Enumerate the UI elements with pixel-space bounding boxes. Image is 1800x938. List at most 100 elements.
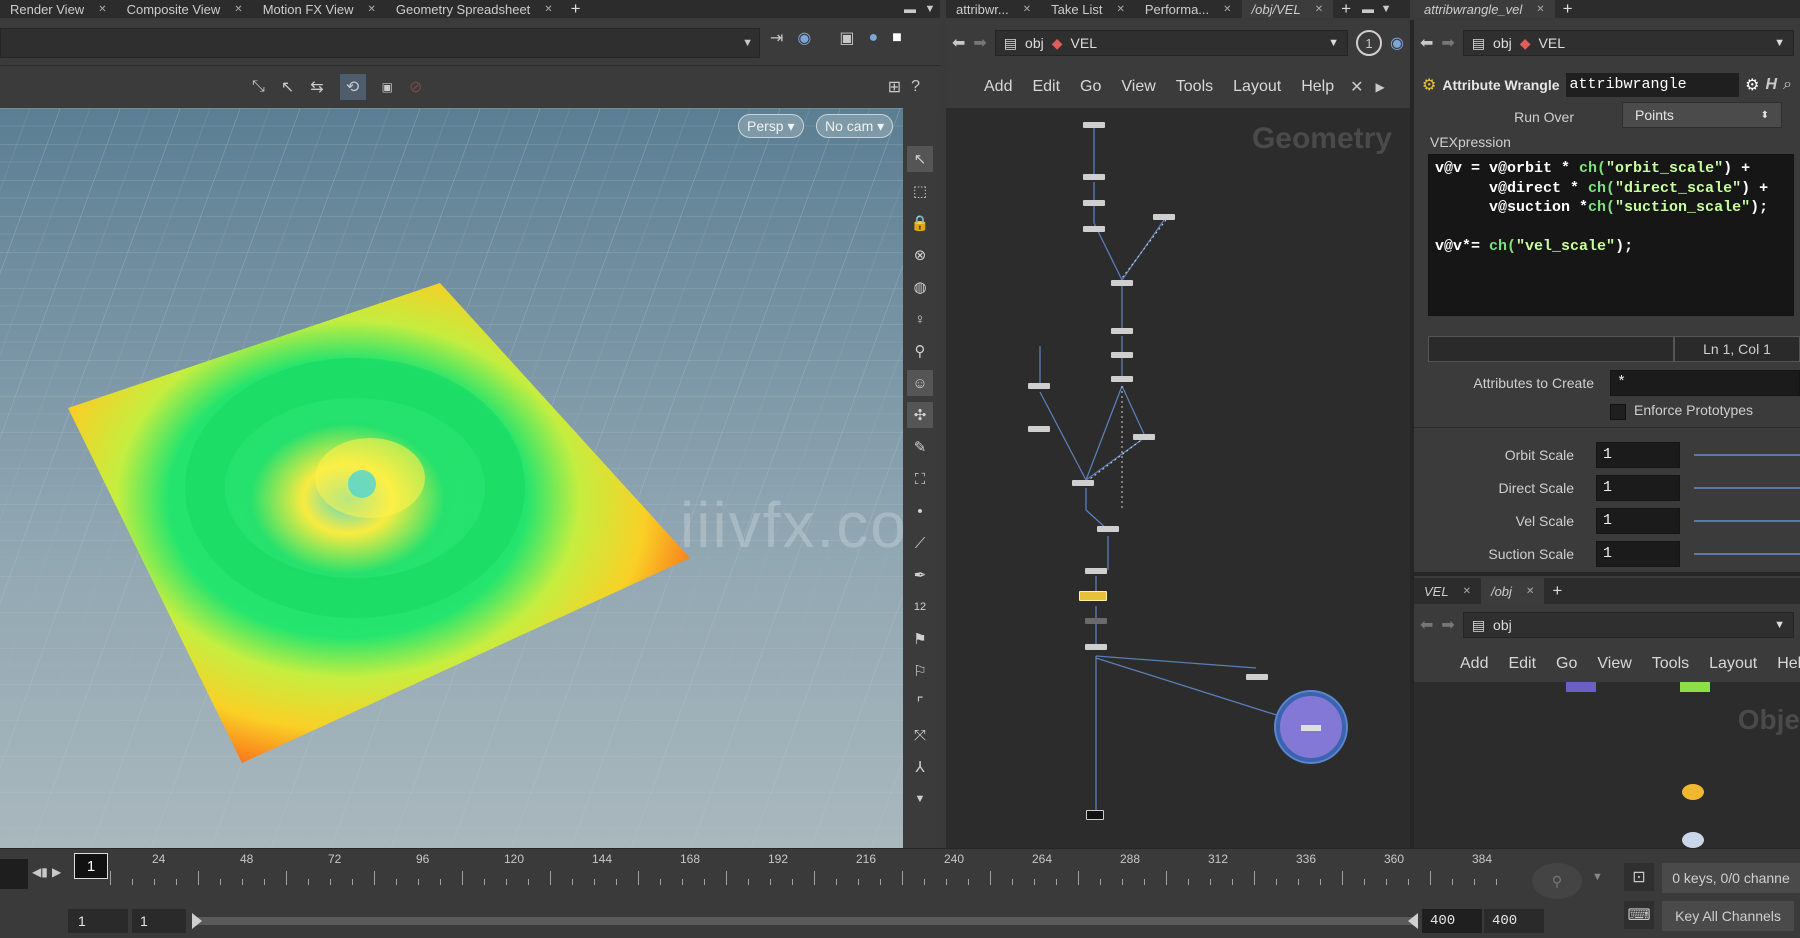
network-node[interactable] [1085, 644, 1107, 650]
range-end2-field[interactable]: 400 [1484, 909, 1544, 933]
close-icon[interactable]: ✕ [1315, 4, 1323, 15]
chevron-down-icon[interactable]: ▼ [920, 3, 940, 15]
range-end-handle[interactable] [1408, 913, 1418, 929]
lower-net-canvas[interactable]: Obje [1414, 682, 1800, 848]
network-node[interactable] [1028, 383, 1050, 389]
viewer-tab[interactable]: Composite View ✕ [117, 0, 253, 18]
network-node[interactable] [1028, 426, 1050, 432]
target-icon[interactable]: ◉ [1390, 33, 1404, 53]
add-tab-icon[interactable]: + [1544, 581, 1570, 601]
light-node-icon[interactable] [1682, 832, 1704, 848]
handle-tool-icon[interactable]: ▣ [382, 74, 393, 100]
chevron-down-icon[interactable]: ▼ [1328, 37, 1339, 49]
chevron-down-icon[interactable]: ▼ [1592, 871, 1603, 883]
network-tab-active[interactable]: /obj/VEL ✕ [1241, 0, 1334, 18]
range-start-field[interactable]: 1 [68, 909, 128, 933]
close-icon[interactable]: ✕ [1023, 4, 1031, 15]
close-icon[interactable]: ✕ [1536, 4, 1544, 15]
object-node[interactable] [1566, 682, 1596, 692]
network-tab[interactable]: Performa... ✕ [1135, 0, 1242, 18]
render-region-icon[interactable]: ⛶ [907, 466, 933, 492]
node-name-field[interactable]: attribwrangle [1565, 73, 1740, 97]
vel-scale-slider[interactable] [1694, 520, 1800, 522]
gear-icon[interactable]: ⚙ [1745, 75, 1759, 95]
camera-icon[interactable]: ☺ [907, 370, 933, 396]
network-tab[interactable]: Take List ✕ [1041, 0, 1135, 18]
output-node[interactable] [1301, 725, 1321, 731]
add-tab-icon[interactable]: + [1333, 0, 1359, 19]
output-node-ring[interactable] [1276, 692, 1346, 762]
lock-icon[interactable]: 🔒 [907, 210, 933, 236]
flag-alt-icon[interactable]: ⚐ [907, 658, 933, 684]
handle-tool-icon[interactable]: ⟲ [339, 74, 366, 100]
chevron-down-icon[interactable]: ▼ [1774, 37, 1785, 49]
pen-icon[interactable]: ✒ [907, 562, 933, 588]
attr-create-field[interactable]: * [1610, 370, 1800, 396]
back-arrow-icon[interactable]: ⬅ [1420, 33, 1433, 53]
add-tab-icon[interactable]: + [563, 0, 589, 19]
close-icon[interactable]: ✕ [544, 4, 552, 15]
cube-icon[interactable]: ▣ [839, 28, 854, 48]
back-arrow-icon[interactable]: ⬅ [1420, 615, 1433, 635]
menu-go[interactable]: Go [1546, 655, 1587, 673]
persp-menu[interactable]: Persp ▾ [738, 114, 804, 138]
close-icon[interactable]: ✕ [1463, 586, 1471, 597]
network-tab[interactable]: attribwr... ✕ [946, 0, 1041, 18]
direct-scale-field[interactable]: 1 [1596, 475, 1680, 501]
play-icon[interactable]: ▶ [1376, 80, 1385, 94]
back-arrow-icon[interactable]: ⬅ [952, 33, 965, 53]
audio-scrub-icon[interactable]: ⚲ [1532, 863, 1582, 899]
numbers-icon[interactable]: 12 [907, 594, 933, 620]
menu-help[interactable]: Help [1291, 78, 1344, 96]
wrench-icon[interactable]: ✕ [1350, 77, 1363, 97]
forward-arrow-icon[interactable]: ➡ [973, 33, 986, 53]
network-canvas[interactable]: Geometry [946, 108, 1410, 848]
close-icon[interactable]: ✕ [367, 4, 375, 15]
display-icon[interactable]: ● [869, 28, 879, 48]
menu-edit[interactable]: Edit [1022, 78, 1070, 96]
key-channels-icon[interactable]: ⌨ [1624, 901, 1654, 929]
sphere-icon[interactable]: ◍ [907, 274, 933, 300]
orbit-scale-slider[interactable] [1694, 454, 1800, 456]
network-node[interactable] [1083, 122, 1105, 128]
range-start2-field[interactable]: 1 [132, 909, 186, 933]
timeline-ruler[interactable]: 24 48 72 96 120 144 168 192 216 240 264 288 312 336 36… [110, 849, 1530, 889]
direct-scale-slider[interactable] [1694, 487, 1800, 489]
network-node[interactable] [1153, 214, 1175, 220]
network-node[interactable] [1083, 226, 1105, 232]
pane-divider[interactable] [1414, 572, 1800, 576]
close-icon[interactable]: ✕ [98, 4, 106, 15]
key-filter-icon[interactable]: ⊡ [1624, 863, 1654, 891]
bypassed-network-node[interactable] [1085, 618, 1107, 624]
shrink-icon[interactable]: ⤧ [907, 722, 933, 748]
code-find-bar[interactable] [1428, 336, 1674, 362]
network-node[interactable] [1072, 480, 1094, 486]
square-icon[interactable]: ■ [892, 28, 902, 48]
enforce-prototypes-checkbox[interactable] [1610, 404, 1626, 420]
handle-tool-icon[interactable]: ⇆ [310, 74, 323, 100]
orbit-scale-field[interactable]: 1 [1596, 442, 1680, 468]
network-node[interactable] [1246, 674, 1268, 680]
range-start-handle[interactable] [192, 913, 202, 929]
target-icon[interactable]: ◉ [797, 28, 811, 48]
network-node[interactable] [1111, 376, 1133, 382]
lower-net-tab[interactable]: VEL ✕ [1414, 578, 1481, 604]
viewport-path-bar[interactable]: ▼ [0, 27, 760, 58]
lower-net-tab-active[interactable]: /obj ✕ [1480, 578, 1545, 604]
menu-view[interactable]: View [1587, 655, 1641, 673]
corner-icon[interactable]: ⌜ [907, 690, 933, 716]
snap-icon[interactable]: ⊞ [888, 77, 901, 97]
close-icon[interactable]: ✕ [1223, 4, 1231, 15]
handle-tool-icon[interactable]: ↖ [281, 74, 294, 100]
param-path-bar[interactable]: ▤ obj ◆ VEL ▼ [1462, 30, 1794, 56]
viewport[interactable]: Persp ▾ No cam ▾ iiivfx.com [0, 108, 903, 848]
suction-scale-field[interactable]: 1 [1596, 541, 1680, 567]
chevron-down-icon[interactable]: ▼ [742, 37, 753, 49]
pane-layout-icon[interactable]: ▬ [1359, 2, 1377, 16]
search-icon[interactable]: ⌕ [1783, 76, 1792, 94]
network-node[interactable] [1097, 526, 1119, 532]
close-icon[interactable]: ✕ [1526, 586, 1534, 597]
add-tab-icon[interactable]: + [1555, 0, 1581, 19]
menu-layout[interactable]: Layout [1223, 78, 1291, 96]
network-node[interactable] [1085, 568, 1107, 574]
